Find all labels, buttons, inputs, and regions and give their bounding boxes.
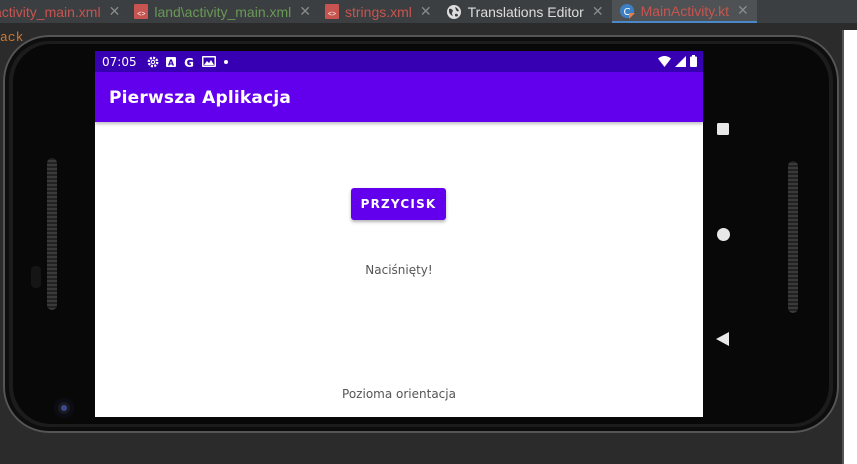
tab-main-activity[interactable]: C MainActivity.kt ✕ xyxy=(611,0,757,23)
ide-tab-bar: activity_main.xml ✕ <> land\activity_mai… xyxy=(0,0,857,24)
close-icon[interactable]: ✕ xyxy=(592,3,604,20)
status-time: 07:05 xyxy=(102,54,137,69)
przycisk-button[interactable]: PRZYCISK xyxy=(351,188,446,220)
close-icon[interactable]: ✕ xyxy=(737,2,749,19)
tab-label: MainActivity.kt xyxy=(640,2,730,19)
svg-text:G: G xyxy=(184,56,194,68)
signal-icon xyxy=(675,55,686,67)
orientation-text: Pozioma orientacja xyxy=(342,387,456,401)
g-icon: G xyxy=(184,56,194,68)
square-icon[interactable] xyxy=(716,122,730,136)
tab-label: activity_main.xml xyxy=(0,3,101,20)
circle-icon[interactable] xyxy=(716,227,731,242)
front-camera xyxy=(54,398,74,418)
tab-strings[interactable]: <> strings.xml ✕ xyxy=(319,0,440,23)
globe-icon xyxy=(446,4,461,19)
close-icon[interactable]: ✕ xyxy=(109,3,121,20)
right-speaker-grille xyxy=(788,161,798,313)
tab-label: land\activity_main.xml xyxy=(154,3,292,20)
tab-activity-main[interactable]: activity_main.xml ✕ xyxy=(0,0,128,23)
app-toolbar: Pierwsza Aplikacja xyxy=(95,72,703,122)
tab-label: strings.xml xyxy=(345,3,412,20)
close-icon[interactable]: ✕ xyxy=(299,3,311,20)
proximity-sensor xyxy=(31,266,41,288)
tab-land-activity-main[interactable]: <> land\activity_main.xml ✕ xyxy=(128,0,319,23)
status-notification-icons: A G xyxy=(147,56,229,68)
xml-file-icon: <> xyxy=(325,4,339,19)
editor-code-fragment: ack xyxy=(0,30,24,45)
side-panel xyxy=(842,30,857,464)
back-triangle-icon[interactable] xyxy=(715,331,730,347)
pressed-status-text: Naciśnięty! xyxy=(365,263,433,277)
device-screen: 07:05 A G Pierwsza Aplikacja PRZYCISK Na… xyxy=(95,51,703,417)
status-bar: 07:05 A G xyxy=(95,51,703,72)
svg-text:A: A xyxy=(167,58,174,67)
gallery-icon xyxy=(201,56,216,67)
dot-icon xyxy=(223,59,228,64)
close-icon[interactable]: ✕ xyxy=(420,3,432,20)
kotlin-class-icon: C xyxy=(619,3,635,19)
status-system-icons xyxy=(658,55,697,67)
a-icon: A xyxy=(165,56,176,67)
tab-label: Translations Editor xyxy=(467,3,584,20)
xml-file-icon: <> xyxy=(134,4,149,19)
left-speaker-grille xyxy=(47,158,57,310)
battery-icon xyxy=(690,55,697,67)
gear-icon xyxy=(147,56,158,67)
tab-translations-editor[interactable]: Translations Editor ✕ xyxy=(440,0,612,23)
wifi-icon xyxy=(658,55,671,67)
app-title: Pierwsza Aplikacja xyxy=(109,88,292,108)
